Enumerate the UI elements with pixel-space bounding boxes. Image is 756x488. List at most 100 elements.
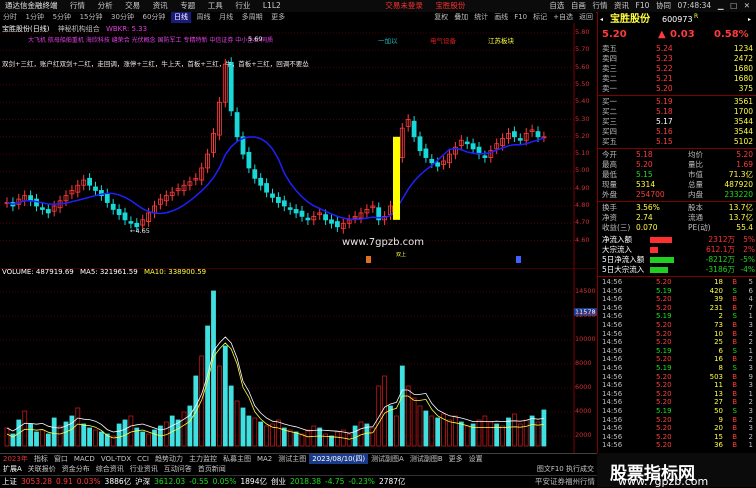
menu-item-news[interactable]: 资讯 bbox=[148, 0, 173, 12]
candle-body bbox=[234, 112, 240, 138]
sub-tab[interactable]: 互动问答 bbox=[161, 464, 195, 475]
bid-label: 买二 bbox=[602, 107, 617, 116]
menu-item-l1l2[interactable]: L1L2 bbox=[258, 0, 286, 12]
toolbar-adjust[interactable]: 复权 bbox=[431, 12, 451, 23]
minimize-icon[interactable]: ▁ bbox=[716, 0, 726, 12]
close-icon[interactable]: ✕ bbox=[742, 0, 752, 12]
menu-right-f10[interactable]: F10 bbox=[634, 0, 652, 12]
period-1min[interactable]: 1分钟 bbox=[23, 12, 47, 23]
toolbar-f10[interactable]: F10 bbox=[511, 12, 530, 23]
sub-tab[interactable]: 扩展A bbox=[0, 464, 25, 475]
stat-value: 5.18 bbox=[636, 150, 653, 159]
stat-label: 净资 bbox=[602, 213, 617, 222]
toolbar-overlay[interactable]: 叠加 bbox=[451, 12, 471, 23]
menu-right-drawings[interactable]: 自画 bbox=[569, 0, 588, 12]
flow-bar bbox=[650, 247, 658, 253]
sub-tab[interactable]: 行业资讯 bbox=[127, 464, 161, 475]
period-monthly[interactable]: 月线 bbox=[216, 12, 236, 23]
menu-right-watchlist[interactable]: 自选 bbox=[547, 0, 566, 12]
flow-value: -3186万 bbox=[705, 265, 735, 274]
volume-bar bbox=[482, 415, 488, 447]
menu-item-market[interactable]: 行情 bbox=[65, 0, 90, 12]
trade-row: 14:56 5.20 36 B 1 bbox=[598, 441, 756, 450]
sub-tab[interactable]: 综合资讯 bbox=[93, 464, 127, 475]
period-weekly[interactable]: 周线 bbox=[194, 12, 214, 23]
trade-price: 5.20 bbox=[656, 441, 672, 450]
period-60min[interactable]: 60分钟 bbox=[140, 12, 169, 23]
ask-row: 卖五 5.24 1234 bbox=[598, 44, 756, 54]
indicator-value: WBKR: 5.33 bbox=[105, 25, 148, 33]
menu-right-collab[interactable]: 协同 bbox=[654, 0, 673, 12]
period-multi[interactable]: 多周期 bbox=[239, 12, 266, 23]
toolbar-stats[interactable]: 统计 bbox=[471, 12, 491, 23]
menu-item-topics[interactable]: 专题 bbox=[175, 0, 200, 12]
toolbar-add-watch[interactable]: +自选 bbox=[550, 12, 576, 23]
stat-value: 0.070 bbox=[636, 223, 658, 232]
toolbar-draw[interactable]: 画线 bbox=[491, 12, 511, 23]
stat-label: 股本 bbox=[688, 203, 703, 212]
volume-bar bbox=[216, 365, 222, 447]
stat-value: 5.20 bbox=[636, 160, 653, 169]
trade-count: 1 bbox=[748, 441, 753, 450]
menu-item-trade[interactable]: 交易 bbox=[120, 0, 145, 12]
flow-bar bbox=[650, 237, 672, 243]
period-15min[interactable]: 15分钟 bbox=[77, 12, 106, 23]
price-tick: 5.80 bbox=[575, 28, 590, 36]
volume-chart[interactable]: VOLUME: 487919.69 MA5: 321961.59 MA10: 3… bbox=[0, 268, 597, 453]
stat-label: 收益(三) bbox=[602, 223, 631, 232]
trade-login-alert[interactable]: 交易未登录 bbox=[380, 0, 428, 12]
volume-tick: 6000 bbox=[575, 383, 592, 391]
price-pct: 0.58% bbox=[714, 29, 749, 40]
stat-value: 5.20 bbox=[736, 150, 753, 159]
period-30min[interactable]: 30分钟 bbox=[108, 12, 137, 23]
index-name[interactable]: 上证 bbox=[0, 476, 19, 488]
maximize-icon[interactable]: □ bbox=[728, 0, 739, 12]
stat-label: 最高 bbox=[602, 160, 617, 169]
sub-tab[interactable]: 资金分布 bbox=[59, 464, 93, 475]
stat-row: 最高 5.20 量比 1.69 bbox=[598, 160, 756, 170]
index-status-bar: 上证 3053.28 0.91 0.03% 3886亿 沪深 3612.03 -0.55 0.0… bbox=[0, 475, 597, 488]
menu-right-quotes[interactable]: 行情 bbox=[590, 0, 609, 12]
subbar-right[interactable]: 图文F10 执行成交 bbox=[534, 464, 597, 475]
sub-tab[interactable]: 首页新闻 bbox=[195, 464, 229, 475]
volume-tick: 12000 bbox=[575, 311, 596, 319]
menu-item-tools[interactable]: 工具 bbox=[203, 0, 228, 12]
panel-next-icon[interactable]: ▸ bbox=[748, 14, 751, 26]
volume-bar bbox=[128, 415, 134, 447]
ask-price: 5.20 bbox=[656, 84, 673, 93]
candle-body bbox=[270, 193, 275, 198]
volume-bar bbox=[529, 415, 535, 447]
sub-tab[interactable]: 关联报价 bbox=[25, 464, 59, 475]
stat-label: 市值 bbox=[688, 170, 703, 179]
period-intraday[interactable]: 分时 bbox=[0, 12, 20, 23]
volume-bar bbox=[334, 431, 340, 447]
stat-row: 收益(三) 0.070 PE(动) 55.4 bbox=[598, 223, 756, 233]
panel-arrow-icon[interactable]: ◂ bbox=[600, 14, 603, 26]
period-daily[interactable]: 日线 bbox=[170, 12, 191, 23]
candle-body bbox=[464, 141, 470, 145]
kline-chart[interactable]: 宝胜股份(日线) 神秘机构组合 WBKR: 5.33 大飞机 航母船舶重机 海欣… bbox=[0, 23, 596, 268]
period-5min[interactable]: 5分钟 bbox=[50, 12, 74, 23]
stock-alert[interactable]: 宝胜股份 bbox=[430, 0, 470, 12]
bid-label: 买一 bbox=[602, 97, 617, 106]
toolbar-back[interactable]: 返回 bbox=[576, 12, 596, 23]
index-name[interactable]: 沪深 bbox=[133, 476, 152, 488]
ask-price: 5.23 bbox=[656, 54, 673, 63]
menu-right-info[interactable]: 资讯 bbox=[612, 0, 631, 12]
toolbar-mark[interactable]: 标记 bbox=[530, 12, 550, 23]
price-tick: 5.20 bbox=[575, 131, 590, 140]
bid-label: 买三 bbox=[602, 117, 617, 126]
r-mark: R bbox=[694, 13, 699, 20]
period-more[interactable]: 更多 bbox=[268, 12, 288, 23]
menu-item-analysis[interactable]: 分析 bbox=[93, 0, 118, 12]
bid-price: 5.17 bbox=[656, 117, 673, 126]
index-name[interactable]: 创业 bbox=[269, 476, 288, 488]
volume-canvas[interactable] bbox=[0, 268, 596, 453]
candle-body bbox=[122, 212, 128, 221]
stat-value: 5.15 bbox=[636, 170, 653, 179]
bid-price: 5.18 bbox=[656, 107, 673, 116]
price-tick: 5.50 bbox=[575, 79, 590, 88]
menu-item-industry[interactable]: 行业 bbox=[230, 0, 255, 12]
volume-bar bbox=[376, 385, 382, 447]
volume-bar bbox=[506, 417, 511, 447]
